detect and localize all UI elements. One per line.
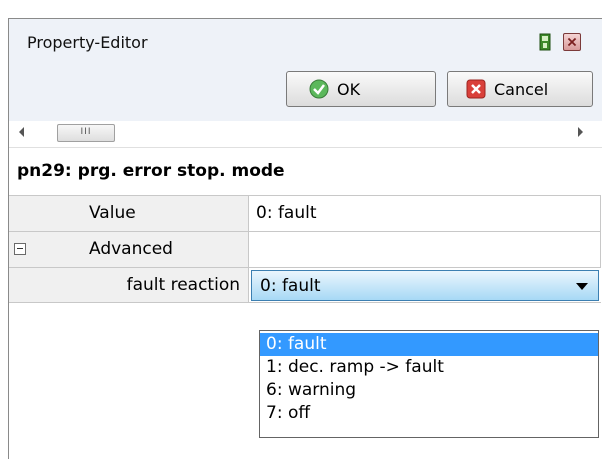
- row-label-cell: Advanced: [9, 232, 249, 267]
- collapse-icon[interactable]: [14, 243, 26, 255]
- ok-button-label: OK: [337, 79, 361, 99]
- row-label: Advanced: [89, 239, 173, 259]
- dropdown-option[interactable]: 6: warning: [260, 379, 598, 402]
- close-icon[interactable]: [563, 33, 581, 51]
- row-label-cell: fault reaction: [9, 268, 249, 302]
- row-label-cell: Value: [9, 196, 249, 231]
- window-title: Property-Editor: [27, 33, 148, 52]
- dropdown-list: 0: fault 1: dec. ramp -> fault 6: warnin…: [259, 330, 599, 438]
- pin-icon[interactable]: [539, 33, 551, 51]
- scroll-thumb[interactable]: III: [57, 124, 115, 142]
- check-icon: [309, 79, 329, 99]
- toolbar: OK Cancel: [9, 65, 602, 121]
- property-grid: Value 0: fault Advanced fault reaction 0…: [9, 195, 601, 303]
- row-value-cell: [249, 232, 601, 267]
- grid-row-advanced: Advanced: [9, 231, 601, 267]
- select-value: 0: fault: [260, 276, 321, 296]
- ok-button[interactable]: OK: [286, 71, 436, 107]
- cancel-button[interactable]: Cancel: [447, 71, 593, 107]
- cancel-icon: [466, 79, 486, 99]
- property-editor-window: Property-Editor OK Cancel III pn29: prg.…: [8, 18, 602, 459]
- dropdown-option[interactable]: 7: off: [260, 402, 598, 425]
- dropdown-arrow-icon[interactable]: [576, 283, 588, 290]
- row-label: Value: [89, 203, 136, 223]
- dropdown-option[interactable]: 1: dec. ramp -> fault: [260, 356, 598, 379]
- scroll-right-icon[interactable]: [578, 127, 583, 137]
- horizontal-scrollbar[interactable]: III: [9, 121, 602, 148]
- grid-row-fault-reaction: fault reaction 0: fault: [9, 267, 601, 303]
- row-value: 0: fault: [256, 203, 317, 223]
- scroll-left-icon[interactable]: [19, 127, 24, 137]
- title-bar: Property-Editor: [9, 19, 602, 65]
- row-value-cell[interactable]: 0: fault: [249, 196, 601, 231]
- fault-reaction-select[interactable]: 0: fault: [251, 270, 599, 301]
- row-label: fault reaction: [126, 275, 240, 295]
- property-header: pn29: prg. error stop. mode: [17, 161, 285, 181]
- grid-row-value: Value 0: fault: [9, 195, 601, 231]
- dropdown-option[interactable]: 0: fault: [260, 333, 598, 356]
- cancel-button-label: Cancel: [494, 79, 549, 99]
